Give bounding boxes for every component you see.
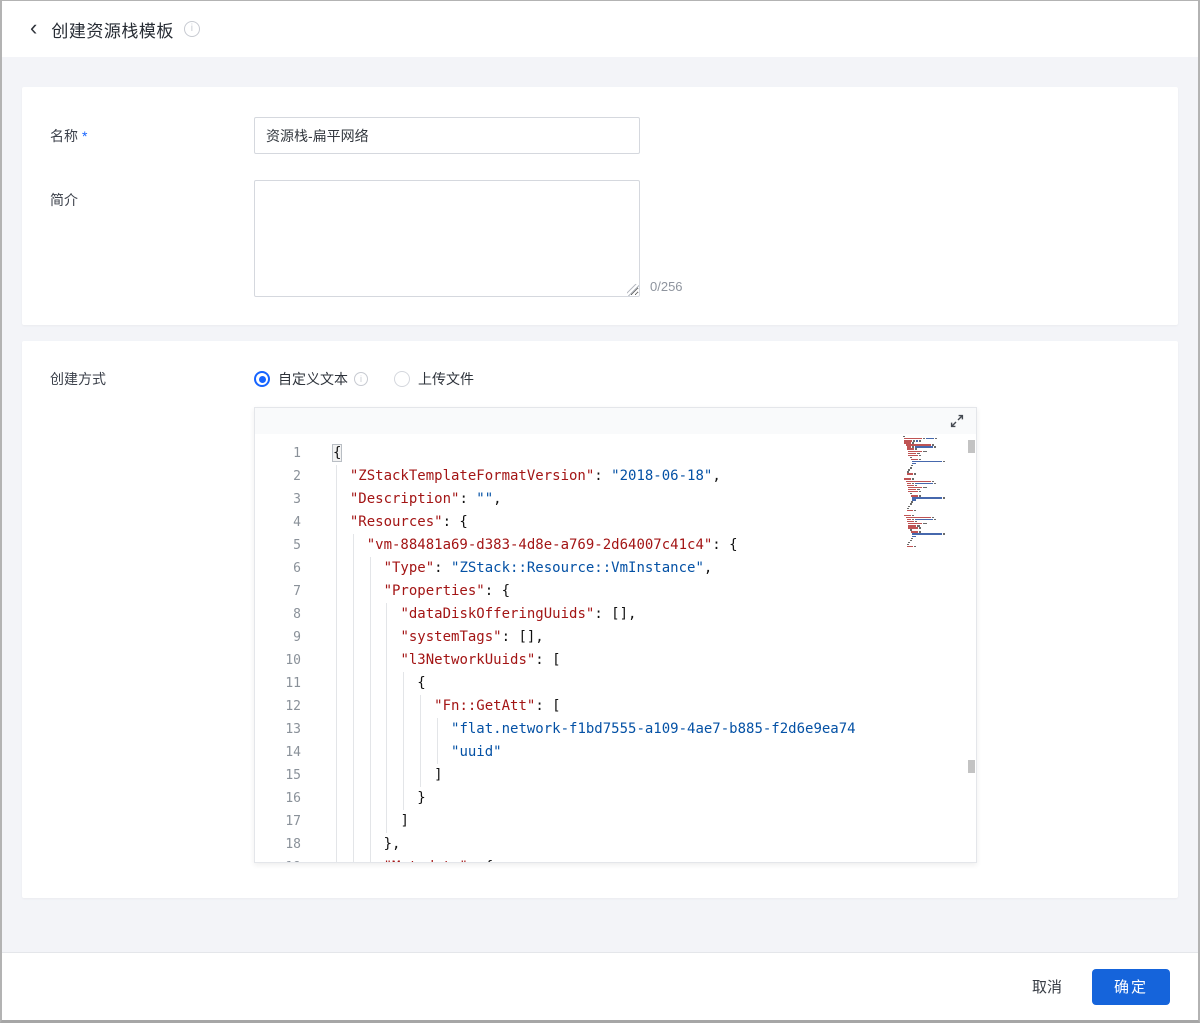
code-line: "Description": "", (255, 488, 976, 511)
method-label: 创建方式 (50, 371, 106, 387)
page-header: ‹ 创建资源栈模板 i (2, 1, 1198, 57)
code-line: { (255, 672, 976, 695)
code-line: "ZStackTemplateFormatVersion": "2018-06-… (255, 465, 976, 488)
code-editor[interactable]: 12345678910111213141516171819 { "ZStackT… (255, 434, 976, 862)
code-line: "l3NetworkUuids": [ (255, 649, 976, 672)
creation-method-card: 创建方式 自定义文本 i 上传文件 1 2 3 4 5 6 7 8 9 10 11 12 13 14 15 16 1… (22, 341, 1178, 898)
minimap[interactable] (903, 436, 967, 862)
scrollbar[interactable] (967, 434, 976, 862)
radio-unselected-icon[interactable] (394, 371, 410, 387)
description-textarea[interactable] (254, 180, 640, 297)
code-line: ] (255, 764, 976, 787)
overview-ruler-mark (968, 760, 975, 773)
editor-toolbar (255, 408, 976, 434)
code-line: ] (255, 810, 976, 833)
description-label: 简介 (50, 192, 78, 208)
code-line: "Type": "ZStack::Resource::VmInstance", (255, 557, 976, 580)
code-line: } (255, 787, 976, 810)
char-counter: 0/256 (650, 279, 683, 294)
radio-label: 自定义文本 (278, 371, 348, 387)
description-row: 简介 0/256 (50, 180, 1150, 297)
code-line: "Resources": { (255, 511, 976, 534)
back-chevron-icon[interactable]: ‹ (30, 17, 37, 39)
method-row: 创建方式 自定义文本 i 上传文件 (50, 369, 1150, 389)
page-title: 创建资源栈模板 (51, 21, 174, 41)
code-lines: { "ZStackTemplateFormatVersion": "2018-0… (255, 442, 976, 862)
name-label: 名称 (50, 127, 78, 144)
create-stack-template-page: ‹ 创建资源栈模板 i 名称* 简介 0/256 创建方式 自定义文本 i 上传文件 (0, 0, 1200, 1023)
name-label-wrap: 名称 * (50, 126, 254, 146)
confirm-button[interactable]: 确定 (1092, 968, 1170, 1005)
radio-selected-icon[interactable] (254, 371, 270, 387)
radio-option-custom-text[interactable]: 自定义文本 i (254, 369, 368, 389)
expand-icon[interactable] (948, 412, 966, 430)
scrollbar-thumb[interactable] (968, 440, 975, 453)
action-footer: 取消 确定 (2, 952, 1198, 1020)
name-row: 名称 * (50, 117, 1150, 154)
radio-group: 自定义文本 i 上传文件 (254, 369, 474, 389)
name-input[interactable] (254, 117, 640, 154)
code-line: "flat.network-f1bd7555-a109-4ae7-b885-f2… (255, 718, 976, 741)
code-line: "Metadata": { (255, 856, 976, 862)
code-editor-container: 12345678910111213141516171819 { "ZStackT… (254, 407, 977, 863)
title-info-icon[interactable]: i (183, 21, 200, 37)
required-asterisk: * (82, 127, 88, 144)
radio-label: 上传文件 (418, 371, 474, 387)
code-line: "uuid" (255, 741, 976, 764)
code-line: "Fn::GetAtt": [ (255, 695, 976, 718)
code-line: }, (255, 833, 976, 856)
code-line: "systemTags": [], (255, 626, 976, 649)
code-line: { (331, 444, 343, 462)
basic-info-card: 名称* 简介 0/256 (22, 87, 1178, 325)
radio-option-upload-file[interactable]: 上传文件 (394, 369, 474, 389)
cancel-button[interactable]: 取消 (1032, 976, 1062, 997)
code-line: "dataDiskOfferingUuids": [], (255, 603, 976, 626)
code-line: "Properties": { (255, 580, 976, 603)
page-content: 名称* 简介 0/256 创建方式 自定义文本 i 上传文件 (2, 57, 1198, 952)
info-icon[interactable]: i (354, 372, 368, 386)
code-line: "vm-88481a69-d383-4d8e-a769-2d64007c41c4… (255, 534, 976, 557)
